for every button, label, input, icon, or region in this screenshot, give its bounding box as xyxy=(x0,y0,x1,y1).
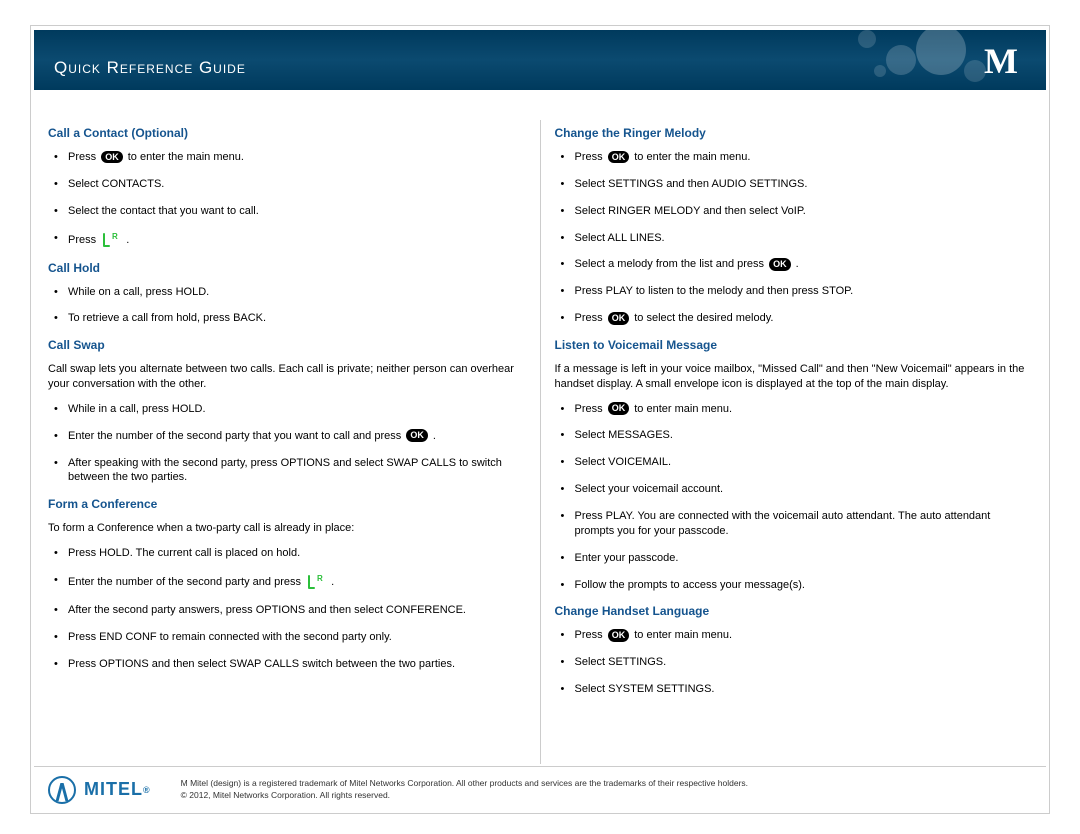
step-item: Press OK to select the desired melody. xyxy=(555,311,1027,326)
ok-button-icon: OK xyxy=(608,629,630,642)
ok-button-icon: OK xyxy=(406,429,428,442)
footer-legal-line1: M Mitel (design) is a registered tradema… xyxy=(181,778,1046,789)
step-item: Press HOLD. The current call is placed o… xyxy=(48,546,520,561)
step-item: While on a call, press HOLD. xyxy=(48,285,520,300)
footer-brand-text: MITEL xyxy=(84,779,143,800)
step-item: Select MESSAGES. xyxy=(555,428,1027,443)
step-item: Select SYSTEM SETTINGS. xyxy=(555,682,1027,697)
step-item: Select a melody from the list and press … xyxy=(555,257,1027,272)
step-item: Select your voicemail account. xyxy=(555,482,1027,497)
call-key-icon: R xyxy=(306,573,326,591)
section-title: Change Handset Language xyxy=(555,604,1027,618)
step-list: Press OK to enter the main menu. Select C… xyxy=(48,150,520,249)
ok-button-icon: OK xyxy=(101,151,123,164)
step-item: Press END CONF to remain connected with … xyxy=(48,630,520,645)
step-list: While on a call, press HOLD. To retrieve … xyxy=(48,285,520,327)
section-intro: If a message is left in your voice mailb… xyxy=(555,362,1027,392)
brand-mark-icon: M xyxy=(984,40,1024,80)
step-item: After speaking with the second party, pr… xyxy=(48,456,520,486)
ok-button-icon: OK xyxy=(608,312,630,325)
header-decoration xyxy=(806,30,986,90)
step-item: Select ALL LINES. xyxy=(555,231,1027,246)
section-title: Listen to Voicemail Message xyxy=(555,338,1027,352)
section-intro: To form a Conference when a two-party ca… xyxy=(48,521,520,536)
step-item: Select VOICEMAIL. xyxy=(555,455,1027,470)
step-item: Select the contact that you want to call… xyxy=(48,204,520,219)
mitel-logo-icon xyxy=(48,776,76,804)
step-item: Enter the number of the second party and… xyxy=(48,573,520,591)
step-item: To retrieve a call from hold, press BACK… xyxy=(48,311,520,326)
header-bar: M Quick Reference Guide xyxy=(34,30,1046,90)
step-item: Select CONTACTS. xyxy=(48,177,520,192)
ok-button-icon: OK xyxy=(608,402,630,415)
content-area: Call a Contact (Optional) Press OK to ent… xyxy=(34,110,1046,774)
svg-text:R: R xyxy=(112,232,118,241)
step-list: Press HOLD. The current call is placed o… xyxy=(48,546,520,671)
step-list: Press OK to enter the main menu. Select S… xyxy=(555,150,1027,326)
step-item: Press PLAY to listen to the melody and t… xyxy=(555,284,1027,299)
section-title: Call a Contact (Optional) xyxy=(48,126,520,140)
right-column: Change the Ringer Melody Press OK to ente… xyxy=(541,110,1047,774)
step-item: Press OK to enter main menu. xyxy=(555,402,1027,417)
section-intro: Call swap lets you alternate between two… xyxy=(48,362,520,392)
footer: MITEL® M Mitel (design) is a registered … xyxy=(34,766,1046,806)
step-list: While in a call, press HOLD. Enter the nu… xyxy=(48,402,520,485)
footer-legal: M Mitel (design) is a registered tradema… xyxy=(181,778,1046,800)
step-item: Follow the prompts to access your messag… xyxy=(555,578,1027,593)
step-item: While in a call, press HOLD. xyxy=(48,402,520,417)
section-title: Call Hold xyxy=(48,261,520,275)
step-list: Press OK to enter main menu. Select SETTI… xyxy=(555,628,1027,697)
step-item: Enter your passcode. xyxy=(555,551,1027,566)
step-item: Press OPTIONS and then select SWAP CALLS… xyxy=(48,657,520,672)
section-title: Change the Ringer Melody xyxy=(555,126,1027,140)
step-item: Press R . xyxy=(48,231,520,249)
ok-button-icon: OK xyxy=(769,258,791,271)
section-title: Form a Conference xyxy=(48,497,520,511)
step-item: Select SETTINGS. xyxy=(555,655,1027,670)
step-item: Press OK to enter the main menu. xyxy=(48,150,520,165)
left-column: Call a Contact (Optional) Press OK to ent… xyxy=(34,110,540,774)
svg-text:R: R xyxy=(317,574,323,583)
step-item: Select RINGER MELODY and then select VoI… xyxy=(555,204,1027,219)
section-title: Call Swap xyxy=(48,338,520,352)
step-item: Select SETTINGS and then AUDIO SETTINGS. xyxy=(555,177,1027,192)
call-key-icon: R xyxy=(101,231,121,249)
step-item: Press OK to enter main menu. xyxy=(555,628,1027,643)
footer-logo: MITEL® xyxy=(34,776,151,804)
ok-button-icon: OK xyxy=(608,151,630,164)
step-list: Press OK to enter main menu. Select MESSA… xyxy=(555,402,1027,593)
step-item: After the second party answers, press OP… xyxy=(48,603,520,618)
footer-legal-line2: © 2012, Mitel Networks Corporation. All … xyxy=(181,790,1046,801)
step-item: Press OK to enter the main menu. xyxy=(555,150,1027,165)
step-item: Enter the number of the second party tha… xyxy=(48,429,520,444)
step-item: Press PLAY. You are connected with the v… xyxy=(555,509,1027,539)
